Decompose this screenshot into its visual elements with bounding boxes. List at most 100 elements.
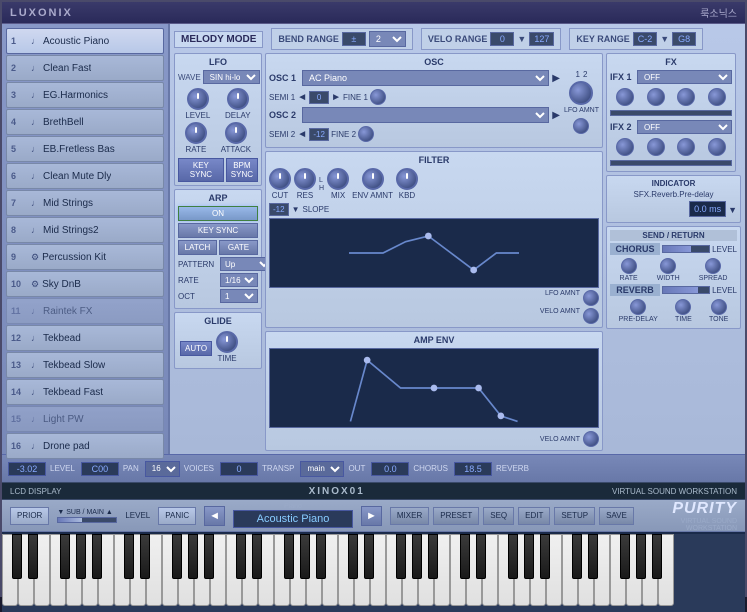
semi2-left-arrow[interactable]: ◄	[297, 129, 307, 140]
reverb-predelay-knob[interactable]	[630, 299, 646, 315]
arp-latch-btn[interactable]: LATCH	[178, 240, 217, 255]
ifx2-knob3[interactable]	[677, 138, 695, 156]
out-select[interactable]: main	[300, 461, 344, 477]
black-key[interactable]	[476, 534, 486, 579]
preset-btn[interactable]: PRESET	[433, 507, 479, 525]
preset-item-16[interactable]: 16♩Drone pad	[6, 433, 164, 459]
arp-rate-select[interactable]: 1/161/81/4	[220, 273, 258, 287]
osc1-arrow[interactable]: ▶	[552, 73, 560, 84]
filter-slope-arrow[interactable]: ▼	[292, 205, 300, 214]
black-key[interactable]	[364, 534, 374, 579]
black-key[interactable]	[428, 534, 438, 579]
osc1-select[interactable]: AC Piano	[302, 70, 549, 86]
ifx1-knob4[interactable]	[708, 88, 726, 106]
preset-item-2[interactable]: 2♩Clean Fast	[6, 55, 164, 81]
black-key[interactable]	[348, 534, 358, 579]
filter-lfo-amnt-knob[interactable]	[583, 290, 599, 306]
reverb-level-bar[interactable]	[662, 286, 710, 294]
preset-item-15[interactable]: 15♩Light PW	[6, 406, 164, 432]
black-key[interactable]	[236, 534, 246, 579]
semi1-left-arrow[interactable]: ◄	[297, 92, 307, 103]
preset-item-11[interactable]: 11♩Raintek FX	[6, 298, 164, 324]
filter-velo-amnt-knob[interactable]	[583, 308, 599, 324]
osc-lfo-amnt-knob[interactable]	[573, 118, 589, 134]
indicator-arrow[interactable]: ▼	[728, 205, 737, 215]
panic-btn[interactable]: PANIC	[158, 507, 196, 525]
ifx2-knob1[interactable]	[616, 138, 634, 156]
black-key[interactable]	[92, 534, 102, 579]
black-key[interactable]	[540, 534, 550, 579]
black-key[interactable]	[652, 534, 662, 579]
black-key[interactable]	[412, 534, 422, 579]
black-key[interactable]	[12, 534, 22, 579]
ifx2-knob2[interactable]	[647, 138, 665, 156]
fine2-knob[interactable]	[358, 126, 374, 142]
lfo-rate-knob[interactable]	[185, 122, 207, 144]
prior-btn[interactable]: PRIOR	[10, 507, 49, 525]
level-slider[interactable]	[57, 517, 117, 523]
preset-item-12[interactable]: 12♩Tekbead	[6, 325, 164, 351]
black-key[interactable]	[636, 534, 646, 579]
chorus-rate-knob[interactable]	[621, 258, 637, 274]
amp-velo-knob[interactable]	[583, 431, 599, 447]
black-key[interactable]	[300, 534, 310, 579]
voices-select[interactable]: 16832	[145, 461, 180, 477]
arp-keysync-btn[interactable]: KEY SYNC	[178, 223, 258, 238]
reverb-time-knob[interactable]	[675, 299, 691, 315]
lfo-level-knob[interactable]	[187, 88, 209, 110]
black-key[interactable]	[76, 534, 86, 579]
osc2-arrow[interactable]: ▶	[552, 110, 560, 121]
preset-item-4[interactable]: 4♩BrethBell	[6, 109, 164, 135]
black-key[interactable]	[140, 534, 150, 579]
arp-on-btn[interactable]: ON	[178, 206, 258, 221]
filter-res-knob[interactable]	[294, 168, 316, 190]
preset-item-13[interactable]: 13♩Tekbead Slow	[6, 352, 164, 378]
black-key[interactable]	[316, 534, 326, 579]
preset-item-9[interactable]: 9⚙Percussion Kit	[6, 244, 164, 270]
preset-item-1[interactable]: 1♩Acoustic Piano	[6, 28, 164, 54]
fine1-knob[interactable]	[370, 89, 386, 105]
preset-item-7[interactable]: 7♩Mid Strings	[6, 190, 164, 216]
preset-item-5[interactable]: 5♩EB.Fretless Bas	[6, 136, 164, 162]
black-key[interactable]	[620, 534, 630, 579]
reverb-tone-knob[interactable]	[711, 299, 727, 315]
bend-range-select[interactable]: 24612	[369, 31, 406, 47]
filter-kbd-knob[interactable]	[396, 168, 418, 190]
ifx2-select[interactable]: OFF Reverb Chorus	[637, 120, 732, 134]
black-key[interactable]	[460, 534, 470, 579]
ifx1-knob3[interactable]	[677, 88, 695, 106]
black-key[interactable]	[172, 534, 182, 579]
black-key[interactable]	[124, 534, 134, 579]
lfo-attack-knob[interactable]	[225, 122, 247, 144]
glide-time-knob[interactable]	[216, 331, 238, 353]
filter-cut-knob[interactable]	[269, 168, 291, 190]
preset-item-6[interactable]: 6♩Clean Mute Dly	[6, 163, 164, 189]
save-btn[interactable]: SAVE	[599, 507, 634, 525]
chorus-spread-knob[interactable]	[705, 258, 721, 274]
lfo-delay-knob[interactable]	[227, 88, 249, 110]
black-key[interactable]	[396, 534, 406, 579]
glide-auto-btn[interactable]: AUTO	[180, 341, 212, 356]
lfo-keysync-btn[interactable]: KEY SYNC	[178, 158, 224, 182]
semi1-right-arrow[interactable]: ►	[331, 92, 341, 103]
preset-item-14[interactable]: 14♩Tekbead Fast	[6, 379, 164, 405]
filter-env-knob[interactable]	[362, 168, 384, 190]
preset-item-3[interactable]: 3♩EG.Harmonics	[6, 82, 164, 108]
prev-preset-btn[interactable]: ◄	[204, 506, 225, 526]
black-key[interactable]	[188, 534, 198, 579]
lfo-bpmsync-btn[interactable]: BPM SYNC	[226, 158, 258, 182]
ifx1-select[interactable]: OFF Reverb Chorus	[637, 70, 732, 84]
black-key[interactable]	[524, 534, 534, 579]
osc-mix-knob[interactable]	[569, 81, 593, 105]
next-preset-btn[interactable]: ►	[361, 506, 382, 526]
arp-oct-select[interactable]: 1234	[220, 289, 258, 303]
black-key[interactable]	[508, 534, 518, 579]
filter-mix-knob[interactable]	[327, 168, 349, 190]
black-key[interactable]	[60, 534, 70, 579]
black-key[interactable]	[572, 534, 582, 579]
edit-btn[interactable]: EDIT	[518, 507, 550, 525]
keyboard[interactable]	[2, 532, 745, 612]
setup-btn[interactable]: SETUP	[554, 507, 595, 525]
arp-gate-btn[interactable]: GATE	[219, 240, 258, 255]
preset-item-10[interactable]: 10⚙Sky DnB	[6, 271, 164, 297]
